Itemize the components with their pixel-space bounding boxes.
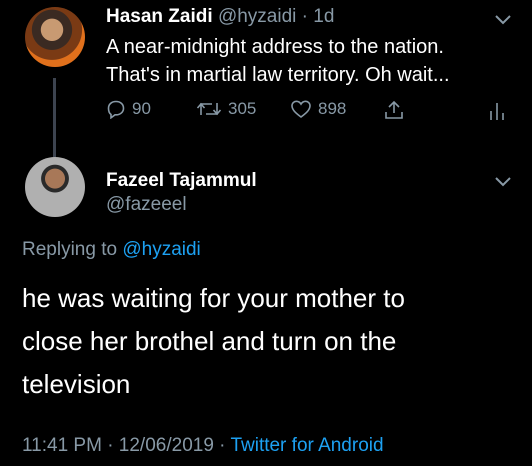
tweet-text-line: close her brothel and turn on the bbox=[22, 326, 397, 356]
replying-to-prefix: Replying to bbox=[22, 239, 118, 260]
like-count: 898 bbox=[318, 99, 347, 118]
handle[interactable]: @fazeeel bbox=[106, 193, 257, 217]
timestamp[interactable]: 11:41 PM · 12/06/2019 · bbox=[22, 435, 226, 456]
reply-tweet-text: he was waiting for your mother to close … bbox=[22, 277, 405, 406]
avatar-hasan-zaidi[interactable] bbox=[25, 7, 85, 67]
handle[interactable]: @hyzaidi bbox=[218, 6, 296, 27]
tweet-time[interactable]: 1d bbox=[313, 6, 334, 27]
chevron-down-icon[interactable] bbox=[494, 14, 512, 26]
chevron-down-icon[interactable] bbox=[494, 176, 512, 188]
tweet-text-line: That's in martial law territory. Oh wait… bbox=[106, 64, 450, 86]
reply-button[interactable]: 90 bbox=[106, 99, 151, 119]
retweet-button[interactable]: 305 bbox=[196, 99, 256, 119]
display-name[interactable]: Fazeel Tajammul bbox=[106, 169, 257, 193]
client-link[interactable]: Twitter for Android bbox=[230, 435, 383, 456]
replying-to: Replying to @hyzaidi bbox=[22, 239, 201, 261]
share-icon[interactable] bbox=[383, 99, 405, 121]
reply-author: Fazeel Tajammul @fazeeel bbox=[106, 169, 257, 217]
retweet-count: 305 bbox=[228, 99, 257, 118]
parent-header: Hasan Zaidi @hyzaidi · 1d bbox=[106, 6, 334, 28]
reply-count: 90 bbox=[132, 99, 151, 118]
tweet-meta: 11:41 PM · 12/06/2019 · Twitter for Andr… bbox=[22, 435, 384, 457]
avatar-fazeel-tajammul[interactable] bbox=[25, 157, 85, 217]
reply-icon bbox=[107, 100, 125, 119]
thread-line bbox=[53, 78, 56, 162]
retweet-icon bbox=[196, 102, 222, 116]
display-name[interactable]: Hasan Zaidi bbox=[106, 6, 213, 27]
like-button[interactable]: 898 bbox=[290, 99, 346, 119]
tweet-text-line: A near-midnight address to the nation. bbox=[106, 36, 444, 58]
analytics-icon[interactable] bbox=[488, 101, 506, 121]
tweet-text-line: he was waiting for your mother to bbox=[22, 283, 405, 313]
separator: · bbox=[301, 6, 308, 27]
parent-tweet-text: A near-midnight address to the nation. T… bbox=[106, 33, 450, 89]
tweet-text-line: television bbox=[22, 369, 131, 399]
like-icon bbox=[291, 100, 311, 119]
replying-to-handle[interactable]: @hyzaidi bbox=[122, 239, 200, 260]
